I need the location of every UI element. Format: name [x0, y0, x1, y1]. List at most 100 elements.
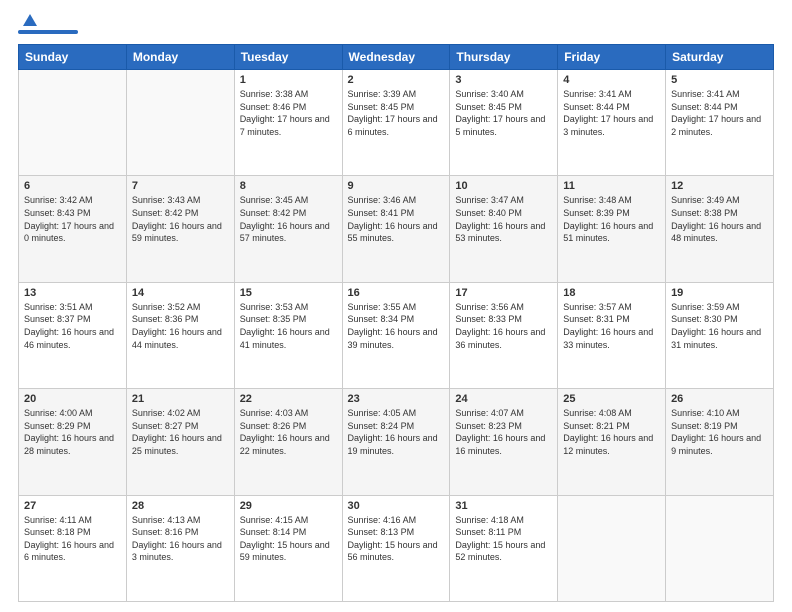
- day-info: Sunrise: 3:41 AMSunset: 8:44 PMDaylight:…: [563, 88, 660, 138]
- day-number: 20: [24, 393, 121, 405]
- table-row: 7 Sunrise: 3:43 AMSunset: 8:42 PMDaylight…: [126, 176, 234, 282]
- day-info: Sunrise: 4:18 AMSunset: 8:11 PMDaylight:…: [455, 514, 552, 564]
- table-row: 5 Sunrise: 3:41 AMSunset: 8:44 PMDaylight…: [666, 70, 774, 176]
- day-info: Sunrise: 4:03 AMSunset: 8:26 PMDaylight:…: [240, 407, 337, 457]
- table-row: 20 Sunrise: 4:00 AMSunset: 8:29 PMDayligh…: [19, 389, 127, 495]
- day-number: 4: [563, 74, 660, 86]
- day-info: Sunrise: 3:57 AMSunset: 8:31 PMDaylight:…: [563, 301, 660, 351]
- day-info: Sunrise: 3:40 AMSunset: 8:45 PMDaylight:…: [455, 88, 552, 138]
- day-number: 5: [671, 74, 768, 86]
- day-number: 1: [240, 74, 337, 86]
- day-info: Sunrise: 4:08 AMSunset: 8:21 PMDaylight:…: [563, 407, 660, 457]
- calendar-week-row: 6 Sunrise: 3:42 AMSunset: 8:43 PMDaylight…: [19, 176, 774, 282]
- day-number: 6: [24, 180, 121, 192]
- calendar-week-row: 13Sunrise: 3:51 AMSunset: 8:37 PMDayligh…: [19, 282, 774, 388]
- table-row: [666, 495, 774, 601]
- table-row: [558, 495, 666, 601]
- day-info: Sunrise: 3:55 AMSunset: 8:34 PMDaylight:…: [348, 301, 445, 351]
- col-saturday: Saturday: [666, 45, 774, 70]
- table-row: 29Sunrise: 4:15 AMSunset: 8:14 PMDayligh…: [234, 495, 342, 601]
- table-row: 31 Sunrise: 4:18 AMSunset: 8:11 PMDayligh…: [450, 495, 558, 601]
- day-info: Sunrise: 3:59 AMSunset: 8:30 PMDaylight:…: [671, 301, 768, 351]
- table-row: 26 Sunrise: 4:10 AMSunset: 8:19 PMDayligh…: [666, 389, 774, 495]
- day-info: Sunrise: 4:16 AMSunset: 8:13 PMDaylight:…: [348, 514, 445, 564]
- table-row: 13Sunrise: 3:51 AMSunset: 8:37 PMDayligh…: [19, 282, 127, 388]
- day-number: 2: [348, 74, 445, 86]
- calendar-week-row: 1 Sunrise: 3:38 AMSunset: 8:46 PMDaylight…: [19, 70, 774, 176]
- day-number: 10: [455, 180, 552, 192]
- day-number: 13: [24, 287, 121, 299]
- day-number: 3: [455, 74, 552, 86]
- table-row: 25 Sunrise: 4:08 AMSunset: 8:21 PMDayligh…: [558, 389, 666, 495]
- table-row: [126, 70, 234, 176]
- day-info: Sunrise: 3:43 AMSunset: 8:42 PMDaylight:…: [132, 194, 229, 244]
- table-row: 28Sunrise: 4:13 AMSunset: 8:16 PMDayligh…: [126, 495, 234, 601]
- day-number: 19: [671, 287, 768, 299]
- day-info: Sunrise: 4:10 AMSunset: 8:19 PMDaylight:…: [671, 407, 768, 457]
- col-thursday: Thursday: [450, 45, 558, 70]
- day-info: Sunrise: 3:49 AMSunset: 8:38 PMDaylight:…: [671, 194, 768, 244]
- day-number: 16: [348, 287, 445, 299]
- day-number: 11: [563, 180, 660, 192]
- table-row: 11 Sunrise: 3:48 AMSunset: 8:39 PMDayligh…: [558, 176, 666, 282]
- table-row: 21Sunrise: 4:02 AMSunset: 8:27 PMDayligh…: [126, 389, 234, 495]
- table-row: 8 Sunrise: 3:45 AMSunset: 8:42 PMDaylight…: [234, 176, 342, 282]
- logo-triangle-icon: [22, 12, 38, 28]
- table-row: 19 Sunrise: 3:59 AMSunset: 8:30 PMDayligh…: [666, 282, 774, 388]
- day-number: 26: [671, 393, 768, 405]
- table-row: [19, 70, 127, 176]
- day-info: Sunrise: 3:52 AMSunset: 8:36 PMDaylight:…: [132, 301, 229, 351]
- day-number: 30: [348, 500, 445, 512]
- day-info: Sunrise: 4:07 AMSunset: 8:23 PMDaylight:…: [455, 407, 552, 457]
- table-row: 6 Sunrise: 3:42 AMSunset: 8:43 PMDaylight…: [19, 176, 127, 282]
- day-info: Sunrise: 4:05 AMSunset: 8:24 PMDaylight:…: [348, 407, 445, 457]
- day-number: 24: [455, 393, 552, 405]
- table-row: 16 Sunrise: 3:55 AMSunset: 8:34 PMDayligh…: [342, 282, 450, 388]
- day-number: 12: [671, 180, 768, 192]
- table-row: 22 Sunrise: 4:03 AMSunset: 8:26 PMDayligh…: [234, 389, 342, 495]
- day-info: Sunrise: 3:56 AMSunset: 8:33 PMDaylight:…: [455, 301, 552, 351]
- table-row: 1 Sunrise: 3:38 AMSunset: 8:46 PMDaylight…: [234, 70, 342, 176]
- col-tuesday: Tuesday: [234, 45, 342, 70]
- calendar-week-row: 20 Sunrise: 4:00 AMSunset: 8:29 PMDayligh…: [19, 389, 774, 495]
- col-wednesday: Wednesday: [342, 45, 450, 70]
- day-number: 23: [348, 393, 445, 405]
- day-info: Sunrise: 3:38 AMSunset: 8:46 PMDaylight:…: [240, 88, 337, 138]
- table-row: 9 Sunrise: 3:46 AMSunset: 8:41 PMDaylight…: [342, 176, 450, 282]
- day-number: 18: [563, 287, 660, 299]
- day-info: Sunrise: 4:15 AMSunset: 8:14 PMDaylight:…: [240, 514, 337, 564]
- day-info: Sunrise: 4:02 AMSunset: 8:27 PMDaylight:…: [132, 407, 229, 457]
- col-monday: Monday: [126, 45, 234, 70]
- day-info: Sunrise: 3:45 AMSunset: 8:42 PMDaylight:…: [240, 194, 337, 244]
- day-number: 17: [455, 287, 552, 299]
- table-row: 30 Sunrise: 4:16 AMSunset: 8:13 PMDayligh…: [342, 495, 450, 601]
- day-number: 8: [240, 180, 337, 192]
- day-info: Sunrise: 4:13 AMSunset: 8:16 PMDaylight:…: [132, 514, 229, 564]
- day-number: 7: [132, 180, 229, 192]
- table-row: 4 Sunrise: 3:41 AMSunset: 8:44 PMDaylight…: [558, 70, 666, 176]
- day-number: 25: [563, 393, 660, 405]
- day-number: 31: [455, 500, 552, 512]
- table-row: 3 Sunrise: 3:40 AMSunset: 8:45 PMDaylight…: [450, 70, 558, 176]
- day-number: 22: [240, 393, 337, 405]
- day-info: Sunrise: 3:46 AMSunset: 8:41 PMDaylight:…: [348, 194, 445, 244]
- col-sunday: Sunday: [19, 45, 127, 70]
- day-info: Sunrise: 4:00 AMSunset: 8:29 PMDaylight:…: [24, 407, 121, 457]
- day-info: Sunrise: 3:41 AMSunset: 8:44 PMDaylight:…: [671, 88, 768, 138]
- day-info: Sunrise: 3:53 AMSunset: 8:35 PMDaylight:…: [240, 301, 337, 351]
- table-row: 23 Sunrise: 4:05 AMSunset: 8:24 PMDayligh…: [342, 389, 450, 495]
- col-friday: Friday: [558, 45, 666, 70]
- day-number: 9: [348, 180, 445, 192]
- logo-underline: [18, 30, 78, 34]
- logo: [18, 18, 78, 34]
- calendar-header-row: Sunday Monday Tuesday Wednesday Thursday…: [19, 45, 774, 70]
- day-info: Sunrise: 3:42 AMSunset: 8:43 PMDaylight:…: [24, 194, 121, 244]
- day-info: Sunrise: 3:47 AMSunset: 8:40 PMDaylight:…: [455, 194, 552, 244]
- header: [18, 18, 774, 34]
- day-info: Sunrise: 3:48 AMSunset: 8:39 PMDaylight:…: [563, 194, 660, 244]
- logo-text: [18, 18, 38, 28]
- day-info: Sunrise: 3:39 AMSunset: 8:45 PMDaylight:…: [348, 88, 445, 138]
- calendar-table: Sunday Monday Tuesday Wednesday Thursday…: [18, 44, 774, 602]
- calendar-week-row: 27Sunrise: 4:11 AMSunset: 8:18 PMDayligh…: [19, 495, 774, 601]
- day-info: Sunrise: 4:11 AMSunset: 8:18 PMDaylight:…: [24, 514, 121, 564]
